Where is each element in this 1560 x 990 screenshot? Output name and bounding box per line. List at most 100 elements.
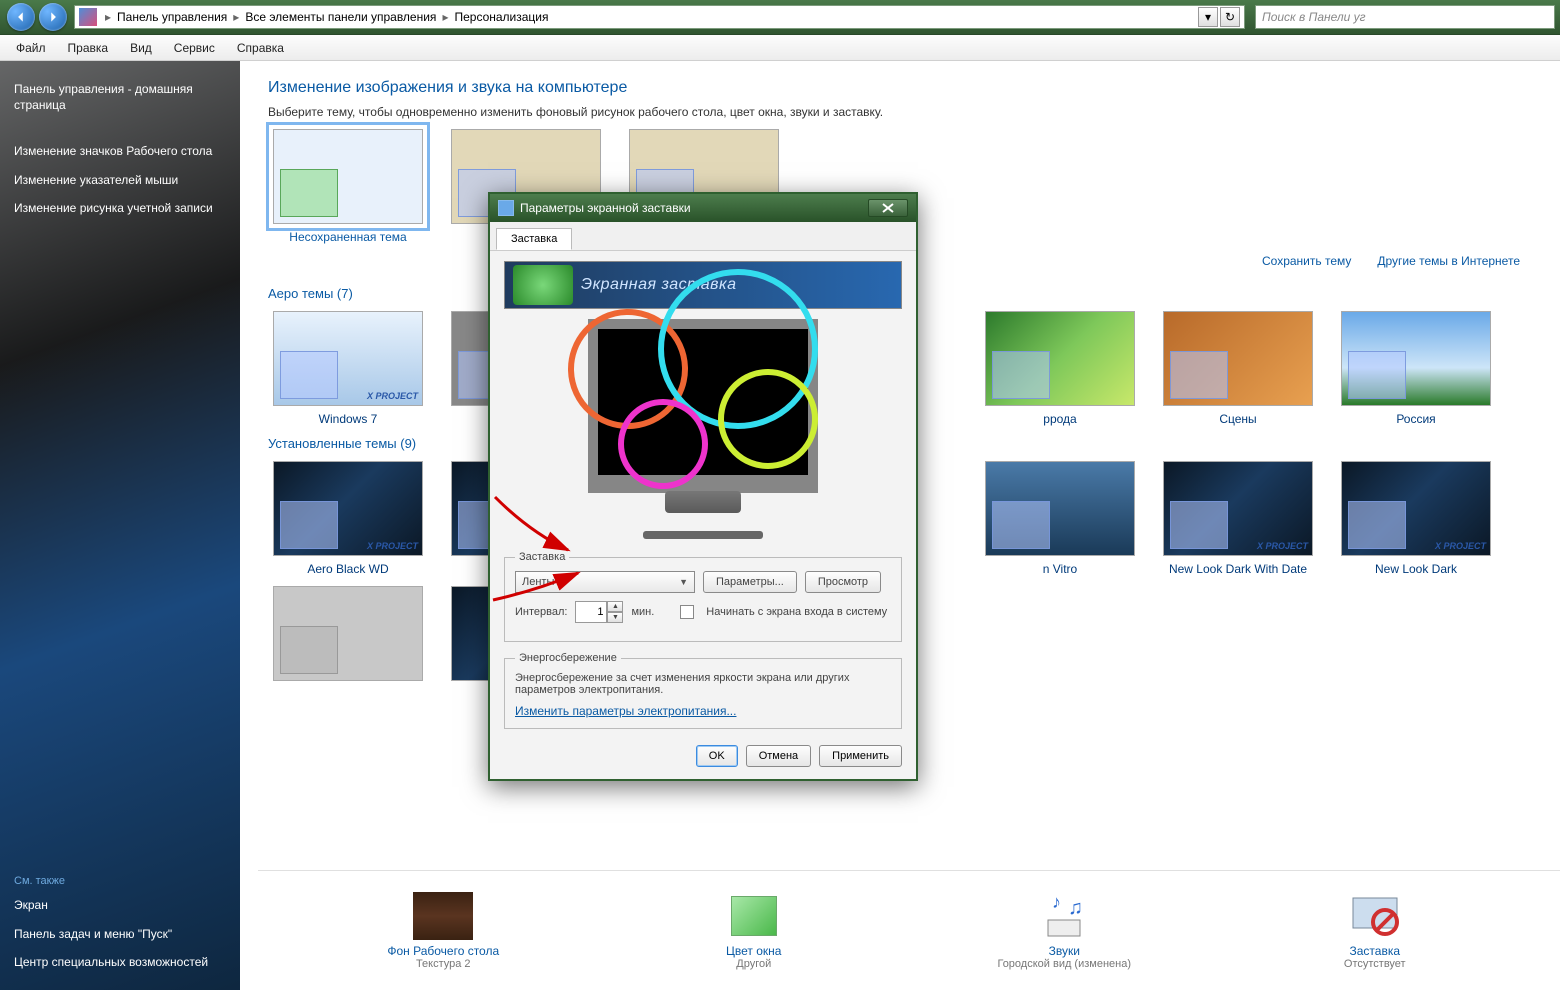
spinner-down-button[interactable]: ▼ [607,612,623,623]
bottom-label: Цвет окна [644,944,864,958]
screensaver-select[interactable]: Ленты ▼ [515,571,695,593]
tab-screensaver[interactable]: Заставка [496,228,572,250]
apply-button[interactable]: Применить [819,745,902,767]
theme-thumb [273,129,423,224]
spinner-up-button[interactable]: ▲ [607,601,623,612]
theme-label: Сцены [1158,412,1318,426]
dialog-title-text: Параметры экранной заставки [520,201,691,215]
bottom-sounds[interactable]: ♪♫ Звуки Городской вид (изменена) [954,892,1174,970]
theme-item[interactable] [268,586,428,687]
theme-thumb [1341,311,1491,406]
theme-label: New Look Dark [1336,562,1496,576]
power-legend: Энергосбережение [515,652,621,664]
sidebar-see-also-header: См. также [10,871,230,891]
preview-monitor [588,319,818,493]
theme-label: ррода [980,412,1140,426]
theme-item[interactable]: X PROJECT New Look Dark [1336,461,1496,576]
params-button[interactable]: Параметры... [703,571,797,593]
theme-item[interactable]: Сцены [1158,311,1318,426]
menu-help[interactable]: Справка [227,38,294,58]
theme-thumb: X PROJECT [1341,461,1491,556]
theme-label: Windows 7 [268,412,428,426]
more-themes-link[interactable]: Другие темы в Интернете [1377,254,1520,268]
power-settings-link[interactable]: Изменить параметры электропитания... [515,704,736,718]
menu-edit[interactable]: Правка [58,38,119,58]
theme-thumb [1163,311,1313,406]
breadcrumb-personalization[interactable]: Персонализация [450,10,552,24]
dialog-close-button[interactable] [868,199,908,217]
breadcrumb-control-panel[interactable]: Панель управления [113,10,231,24]
address-bar[interactable]: ▸ Панель управления ▸ Все элементы панел… [74,5,1245,29]
search-placeholder: Поиск в Панели уг [1262,10,1366,24]
theme-thumb [985,311,1135,406]
bottom-desktop-bg[interactable]: Фон Рабочего стола Текстура 2 [333,892,553,970]
theme-thumb [985,461,1135,556]
sidebar: Панель управления - домашняя страница Из… [0,61,240,990]
refresh-button[interactable]: ↻ [1220,7,1240,27]
theme-label: New Look Dark With Date [1158,562,1318,576]
screensaver-icon [1345,892,1405,940]
svg-text:♫: ♫ [1068,897,1083,919]
bottom-settings-row: Фон Рабочего стола Текстура 2 Цвет окна … [258,870,1560,990]
interval-spinner[interactable]: ▲ ▼ [575,601,623,623]
theme-item[interactable]: ррода [980,311,1140,426]
theme-label: n Vitro [980,562,1140,576]
chevron-right-icon: ▸ [440,10,450,24]
interval-input[interactable] [575,601,607,623]
window-color-icon [724,892,784,940]
bottom-label: Звуки [954,944,1174,958]
ok-button[interactable]: OK [696,745,738,767]
theme-item[interactable]: X PROJECT Windows 7 [268,311,428,426]
theme-thumb [273,586,423,681]
page-title: Изменение изображения и звука на компьют… [268,79,1532,97]
menu-file[interactable]: Файл [6,38,56,58]
preview-button[interactable]: Просмотр [805,571,881,593]
cancel-button[interactable]: Отмена [746,745,811,767]
desktop-bg-icon [413,892,473,940]
forward-button[interactable] [39,3,67,31]
banner-icon [513,265,573,305]
address-icon [79,8,97,26]
screensaver-legend: Заставка [515,551,569,563]
theme-item[interactable]: X PROJECTAero Black WD [268,461,428,576]
sidebar-link-mouse-pointers[interactable]: Изменение указателей мыши [10,166,230,194]
sidebar-link-account-picture[interactable]: Изменение рисунка учетной записи [10,194,230,222]
sounds-icon: ♪♫ [1034,892,1094,940]
sidebar-link-desktop-icons[interactable]: Изменение значков Рабочего стола [10,137,230,165]
power-fieldset: Энергосбережение Энергосбережение за сче… [504,652,902,729]
power-text: Энергосбережение за счет изменения яркос… [515,672,891,696]
bottom-screensaver[interactable]: Заставка Отсутствует [1265,892,1485,970]
menu-tools[interactable]: Сервис [164,38,225,58]
sidebar-see-also-display[interactable]: Экран [10,891,230,919]
theme-thumb: X PROJECT [273,461,423,556]
svg-text:♪: ♪ [1052,892,1061,912]
bottom-sub: Текстура 2 [333,958,553,970]
dialog-tabs: Заставка [490,222,916,251]
dialog-icon [498,200,514,216]
breadcrumb-all-items[interactable]: Все элементы панели управления [241,10,440,24]
page-description: Выберите тему, чтобы одновременно измени… [268,105,1532,119]
save-theme-link[interactable]: Сохранить тему [1262,254,1351,268]
theme-item[interactable]: X PROJECT New Look Dark With Date [1158,461,1318,576]
theme-label: Россия [1336,412,1496,426]
menu-bar: Файл Правка Вид Сервис Справка [0,35,1560,61]
theme-item[interactable]: Несохраненная тема [268,129,428,244]
bottom-sub: Городской вид (изменена) [954,958,1174,970]
theme-item[interactable]: n Vitro [980,461,1140,576]
bottom-window-color[interactable]: Цвет окна Другой [644,892,864,970]
search-input[interactable]: Поиск в Панели уг [1255,5,1555,29]
theme-thumb: X PROJECT [273,311,423,406]
theme-item[interactable]: Россия [1336,311,1496,426]
theme-label: Несохраненная тема [268,230,428,244]
menu-view[interactable]: Вид [120,38,162,58]
theme-thumb: X PROJECT [1163,461,1313,556]
dialog-titlebar[interactable]: Параметры экранной заставки [490,194,916,222]
sidebar-see-also-taskbar[interactable]: Панель задач и меню "Пуск" [10,920,230,948]
back-button[interactable] [7,3,35,31]
sidebar-see-also-ease[interactable]: Центр специальных возможностей [10,948,230,976]
address-dropdown-button[interactable]: ▾ [1198,7,1218,27]
logon-checkbox[interactable] [680,605,694,619]
chevron-right-icon: ▸ [103,10,113,24]
sidebar-home[interactable]: Панель управления - домашняя страница [10,75,230,119]
screensaver-fieldset: Заставка Ленты ▼ Параметры... Просмотр И… [504,551,902,642]
